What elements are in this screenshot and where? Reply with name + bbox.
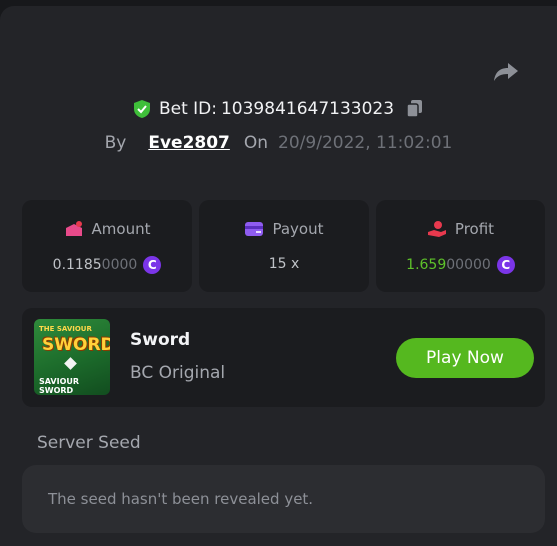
on-label: On [243, 133, 269, 153]
amount-icon [64, 220, 84, 238]
amount-label: Amount [91, 220, 151, 238]
game-name: Sword [130, 330, 191, 350]
game-provider: BC Original [130, 363, 226, 383]
username-link[interactable]: Eve2807 [148, 133, 230, 153]
thumb-top-text: THE SAVIOUR [39, 325, 92, 333]
server-seed-box: The seed hasn't been revealed yet. [22, 465, 545, 533]
share-icon[interactable] [492, 60, 520, 84]
bet-meta-line: By Eve2807 On 20/9/2022, 11:02:01 [0, 130, 557, 156]
profit-label: Profit [454, 220, 495, 238]
payout-icon [244, 220, 264, 238]
thumb-title: SWORD [42, 335, 110, 355]
bet-id-label: Bet ID: [158, 99, 217, 119]
thumb-caption: SAVIOUR SWORD [39, 377, 80, 395]
diamond-icon [64, 357, 77, 370]
server-seed-message: The seed hasn't been revealed yet. [48, 490, 314, 508]
payout-label: Payout [272, 220, 324, 238]
amount-card: Amount 0.11850000 C [22, 200, 192, 292]
bet-id-value: 1039841647133023 [220, 99, 395, 119]
game-card: THE SAVIOUR SWORD SAVIOUR SWORD Sword BC… [22, 308, 545, 407]
game-thumbnail[interactable]: THE SAVIOUR SWORD SAVIOUR SWORD [34, 319, 110, 395]
profit-card: Profit 1.65900000 C [376, 200, 545, 292]
bet-id-line: Bet ID: 1039841647133023 [0, 96, 557, 122]
server-seed-label: Server Seed [37, 433, 141, 453]
by-label: By [104, 133, 127, 153]
payout-value: 15 x [268, 256, 300, 272]
shield-check-icon [133, 99, 151, 119]
coin-icon: C [143, 256, 162, 274]
bet-datetime: 20/9/2022, 11:02:01 [278, 133, 453, 153]
payout-card: Payout 15 x [199, 200, 369, 292]
coin-icon: C [496, 256, 515, 274]
amount-value: 0.11850000 [52, 257, 138, 273]
play-now-button[interactable]: Play Now [396, 338, 534, 378]
profit-value: 1.65900000 [406, 257, 491, 273]
copy-icon[interactable] [406, 99, 424, 119]
profit-icon [427, 220, 447, 238]
